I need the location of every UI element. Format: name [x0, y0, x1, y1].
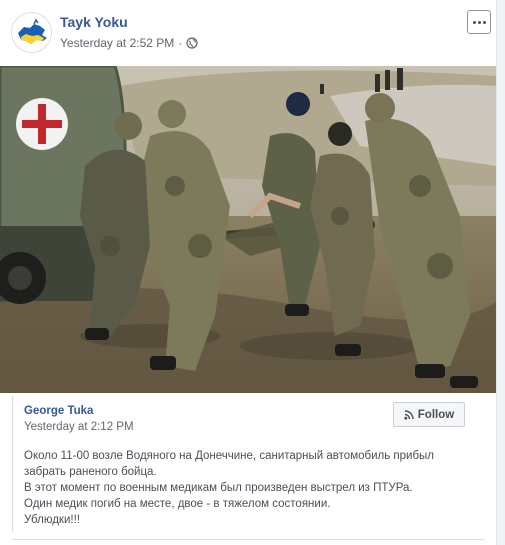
more-dot: [477, 20, 481, 24]
crimea-map-avatar-icon: [12, 13, 51, 52]
text-line: Около 11-00 возле Водяного на Донеччине,…: [24, 450, 435, 462]
shared-author-link[interactable]: George Tuka: [24, 405, 93, 417]
text-line: В этот момент по военным медикам был про…: [24, 482, 413, 494]
post-timestamp[interactable]: Yesterday at 2:52 PM: [60, 36, 174, 50]
divider: [12, 539, 485, 540]
more-options-icon: [472, 20, 476, 24]
more-options-button[interactable]: [467, 10, 491, 34]
page-name-link[interactable]: Tayk Yoku: [60, 14, 128, 30]
page-avatar[interactable]: [11, 12, 52, 53]
soldiers-stretcher-photo: [0, 66, 496, 393]
post-meta: Yesterday at 2:52 PM ·: [60, 36, 198, 50]
text-line: забрать раненого бойца.: [24, 466, 157, 478]
rss-icon: [404, 409, 414, 420]
post-card: Tayk Yoku Yesterday at 2:52 PM · George …: [0, 0, 497, 545]
follow-label: Follow: [417, 408, 455, 421]
shared-timestamp[interactable]: Yesterday at 2:12 PM: [24, 421, 134, 433]
shared-post-text: Около 11-00 возле Водяного на Донеччине,…: [24, 448, 479, 528]
meta-separator: ·: [178, 36, 183, 50]
text-line: Ублюдки!!!: [24, 514, 80, 526]
globe-icon[interactable]: [186, 37, 198, 49]
more-dot: [482, 20, 486, 24]
page-background-strip: [497, 0, 505, 545]
follow-button[interactable]: Follow: [393, 402, 465, 427]
text-line: Один медик погиб на месте, двое - в тяже…: [24, 498, 331, 510]
shared-post: George Tuka Yesterday at 2:12 PM Follow …: [12, 396, 485, 532]
post-photo[interactable]: [0, 66, 496, 393]
post-header: Tayk Yoku Yesterday at 2:52 PM ·: [0, 0, 496, 64]
